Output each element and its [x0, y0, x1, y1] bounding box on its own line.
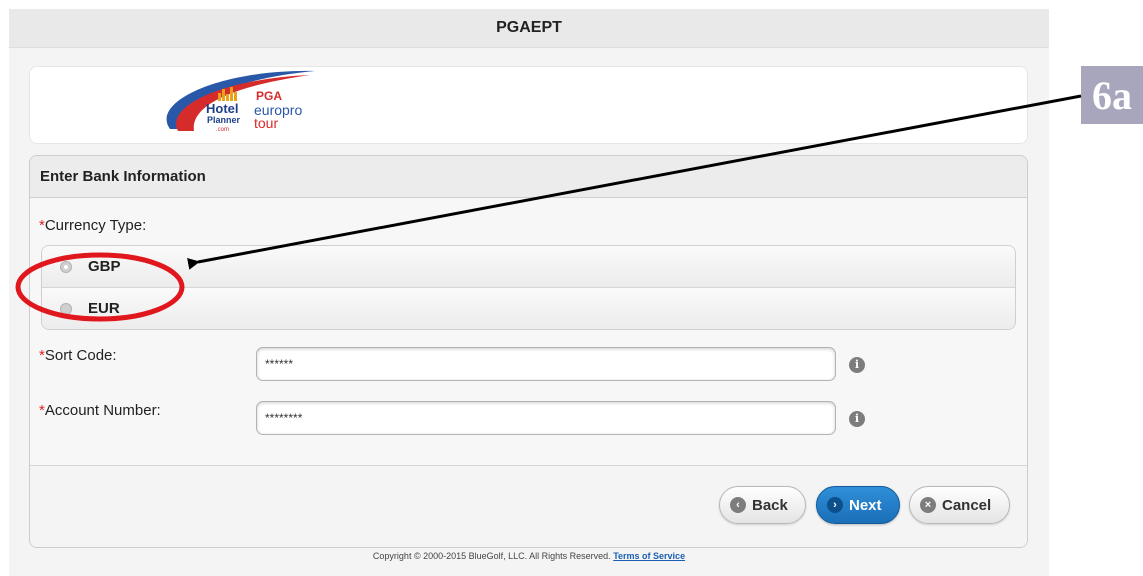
- app-header: PGAEPT: [9, 9, 1049, 48]
- logo-tour-text: tour: [254, 115, 278, 131]
- chevron-right-icon: ›: [827, 497, 843, 513]
- logo-com-text: .com: [216, 127, 229, 133]
- copyright-footer: Copyright © 2000-2015 BlueGolf, LLC. All…: [372, 551, 686, 561]
- sort-code-label: *Sort Code:: [39, 347, 117, 364]
- currency-option-gbp[interactable]: GBP: [42, 246, 1015, 287]
- chevron-left-icon: ‹: [730, 497, 746, 513]
- annotation-step-label: 6a: [1081, 66, 1143, 124]
- currency-type-label: *Currency Type:: [39, 217, 147, 234]
- back-button[interactable]: ‹ Back: [719, 486, 806, 524]
- close-icon: ×: [920, 497, 936, 513]
- bank-info-panel: Enter Bank Information *Currency Type: G…: [29, 155, 1028, 548]
- sort-code-info-icon[interactable]: i: [849, 357, 865, 373]
- currency-radio-group: GBP EUR: [41, 245, 1016, 330]
- currency-option-label: EUR: [88, 300, 120, 317]
- radio-selected-icon[interactable]: [60, 260, 72, 273]
- logo-planner-text: Planner: [207, 115, 241, 125]
- page-title: PGAEPT: [496, 19, 562, 36]
- panel-footer: ‹ Back › Next × Cancel: [30, 465, 1027, 547]
- terms-of-service-link[interactable]: Terms of Service: [613, 551, 685, 561]
- account-number-input[interactable]: [256, 401, 836, 435]
- logo-card: Hotel Planner .com PGA europro tour: [29, 66, 1028, 144]
- currency-option-eur[interactable]: EUR: [42, 287, 1015, 329]
- account-number-info-icon[interactable]: i: [849, 411, 865, 427]
- currency-option-label: GBP: [88, 258, 121, 275]
- next-button[interactable]: › Next: [816, 486, 900, 524]
- account-number-label: *Account Number:: [39, 402, 161, 419]
- logo-hotel-text: Hotel: [206, 101, 239, 116]
- panel-title: Enter Bank Information: [40, 168, 206, 185]
- panel-header: Enter Bank Information: [30, 156, 1027, 198]
- radio-unselected-icon[interactable]: [60, 302, 72, 315]
- cancel-button[interactable]: × Cancel: [909, 486, 1010, 524]
- hotelplanner-pga-europro-logo: Hotel Planner .com PGA europro tour: [166, 70, 315, 133]
- logo-pga-text: PGA: [256, 89, 282, 103]
- sort-code-input[interactable]: [256, 347, 836, 381]
